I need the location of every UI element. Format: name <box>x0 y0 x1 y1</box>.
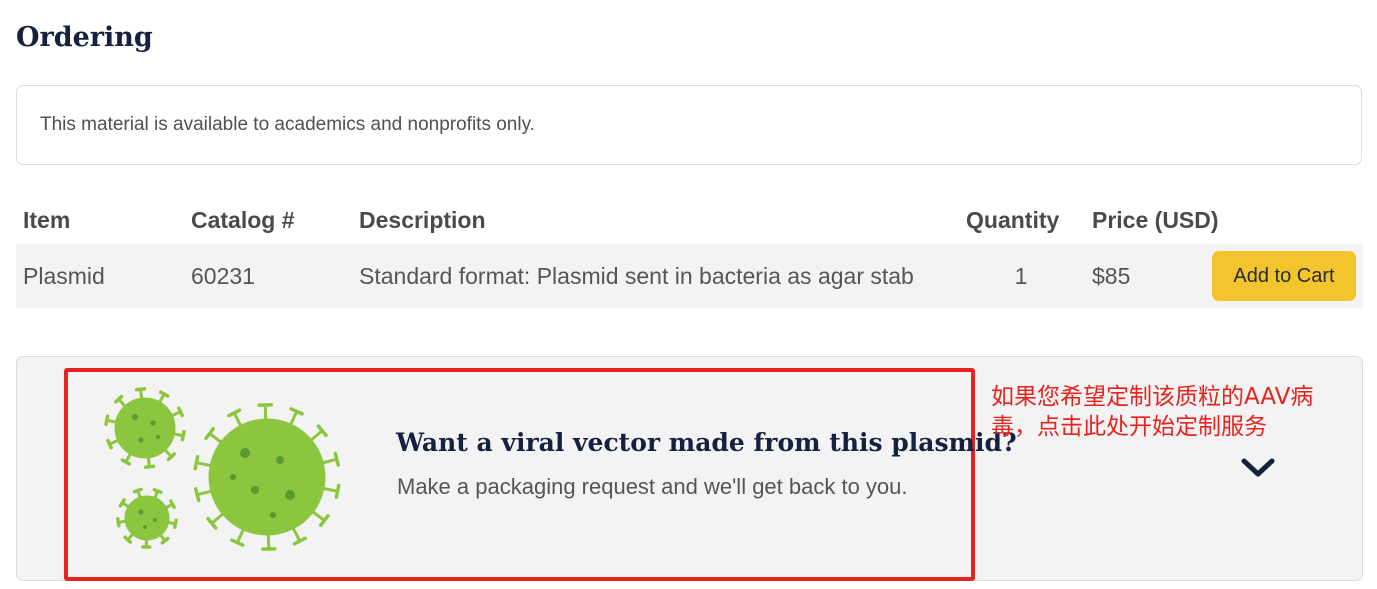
order-table-header: Item Catalog # Description Quantity Pric… <box>16 196 1363 244</box>
row-item: Plasmid <box>23 262 105 289</box>
header-item: Item <box>23 206 71 233</box>
viral-vector-subtitle: Make a packaging request and we'll get b… <box>397 474 908 499</box>
availability-notice: This material is available to academics … <box>16 85 1362 165</box>
row-price: $85 <box>1092 262 1131 289</box>
annotation-text: 如果您希望定制该质粒的AAV病毒，点击此处开始定制服务 <box>991 384 1314 440</box>
row-description: Standard format: Plasmid sent in bacteri… <box>359 262 914 289</box>
header-description: Description <box>359 206 486 233</box>
header-price: Price (USD) <box>1092 206 1219 233</box>
header-quantity: Quantity <box>966 206 1060 233</box>
add-to-cart-button[interactable]: Add to Cart <box>1212 251 1356 301</box>
order-table: Item Catalog # Description Quantity Pric… <box>16 196 1363 308</box>
chevron-down-icon[interactable] <box>1240 457 1276 479</box>
header-catalog: Catalog # <box>191 206 295 233</box>
section-title: Ordering <box>16 22 153 53</box>
row-quantity: 1 <box>1014 262 1028 289</box>
row-catalog: 60231 <box>191 262 255 289</box>
viral-vector-title: Want a viral vector made from this plasm… <box>396 428 1017 457</box>
table-row: Plasmid 60231 Standard format: Plasmid s… <box>16 244 1363 308</box>
availability-notice-text: This material is available to academics … <box>40 114 535 135</box>
